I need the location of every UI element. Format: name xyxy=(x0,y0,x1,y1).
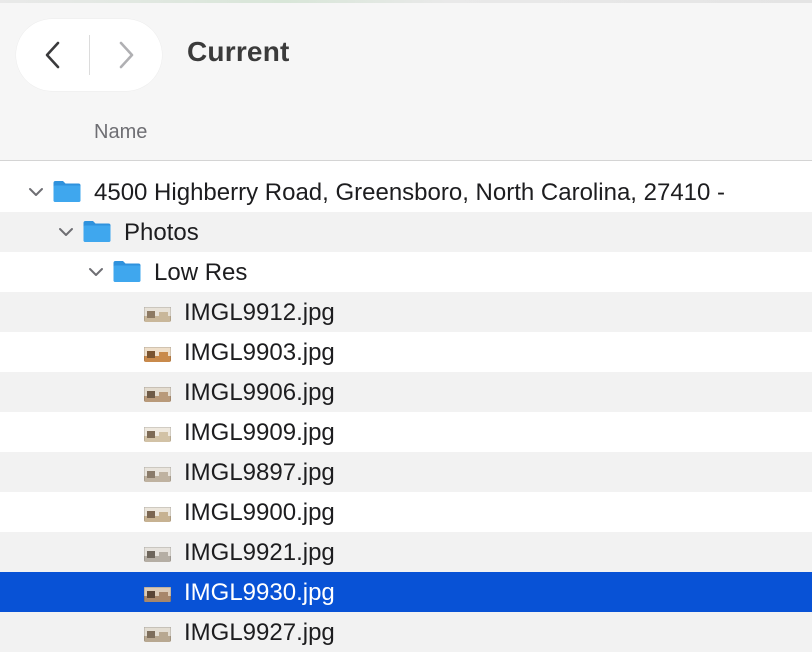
image-thumbnail-icon xyxy=(144,304,171,322)
folder-icon xyxy=(82,219,112,243)
folder-icon xyxy=(52,179,82,203)
file-row[interactable]: IMGL9909.jpg xyxy=(0,412,812,452)
folder-name: Low Res xyxy=(154,259,248,286)
image-thumbnail-icon xyxy=(144,504,171,522)
folder-row[interactable]: Low Res xyxy=(0,252,812,292)
folder-row[interactable]: 4500 Highberry Road, Greensboro, North C… xyxy=(0,172,812,212)
image-thumbnail-icon xyxy=(144,464,171,482)
file-name: IMGL9906.jpg xyxy=(184,379,335,406)
navigation-button-group xyxy=(16,19,162,91)
image-thumbnail-icon xyxy=(144,344,171,362)
image-thumbnail-icon xyxy=(144,544,171,562)
file-name: IMGL9912.jpg xyxy=(184,299,335,326)
image-thumbnail-icon xyxy=(144,384,171,402)
image-thumbnail-icon xyxy=(144,624,171,642)
window-title: Current xyxy=(187,36,290,67)
toolbar: Current xyxy=(0,3,812,103)
disclosure-chevron-down-icon[interactable] xyxy=(56,222,76,242)
folder-icon xyxy=(112,259,142,283)
file-name: IMGL9927.jpg xyxy=(184,619,335,646)
file-row[interactable]: IMGL9903.jpg xyxy=(0,332,812,372)
file-row[interactable]: IMGL9921.jpg xyxy=(0,532,812,572)
file-name: IMGL9921.jpg xyxy=(184,539,335,566)
chevron-left-icon xyxy=(45,41,59,69)
back-button[interactable] xyxy=(16,19,89,91)
disclosure-chevron-down-icon[interactable] xyxy=(86,262,106,282)
forward-button[interactable] xyxy=(89,19,162,91)
file-name: IMGL9909.jpg xyxy=(184,419,335,446)
folder-row[interactable]: Photos xyxy=(0,212,812,252)
file-list: 4500 Highberry Road, Greensboro, North C… xyxy=(0,172,812,652)
file-row[interactable]: IMGL9927.jpg xyxy=(0,612,812,652)
chevron-right-icon xyxy=(119,41,133,69)
file-name: IMGL9900.jpg xyxy=(184,499,335,526)
folder-name: 4500 Highberry Road, Greensboro, North C… xyxy=(94,179,726,206)
file-name: IMGL9903.jpg xyxy=(184,339,335,366)
file-row[interactable]: IMGL9900.jpg xyxy=(0,492,812,532)
file-row[interactable]: IMGL9912.jpg xyxy=(0,292,812,332)
list-header: Name xyxy=(0,103,812,161)
file-name: IMGL9897.jpg xyxy=(184,459,335,486)
image-thumbnail-icon xyxy=(144,424,171,442)
file-name: IMGL9930.jpg xyxy=(184,579,335,606)
folder-name: Photos xyxy=(124,219,199,246)
file-row[interactable]: IMGL9897.jpg xyxy=(0,452,812,492)
disclosure-chevron-down-icon[interactable] xyxy=(26,182,46,202)
file-row[interactable]: IMGL9930.jpg xyxy=(0,572,812,612)
image-thumbnail-icon xyxy=(144,584,171,602)
file-row[interactable]: IMGL9906.jpg xyxy=(0,372,812,412)
name-column-header[interactable]: Name xyxy=(94,121,147,144)
